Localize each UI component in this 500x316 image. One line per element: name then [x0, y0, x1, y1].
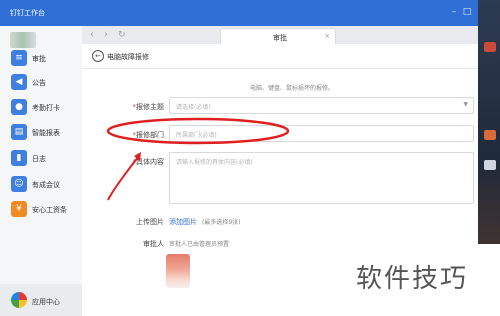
sidebar-item-label: 公告	[32, 79, 46, 87]
tab-approval[interactable]: 审批 ×	[220, 28, 336, 45]
sidebar-item-payslip[interactable]: ¥ 安心工资条	[0, 198, 82, 220]
close-icon[interactable]: ×	[324, 32, 330, 40]
upload-note: (最多选择9张)	[202, 219, 241, 226]
subject-select[interactable]: 请选择(必填) ▼	[169, 97, 474, 114]
add-image-link[interactable]: 添加图片	[169, 217, 197, 227]
user-avatar[interactable]	[10, 32, 36, 48]
payslip-icon: ¥	[11, 201, 27, 217]
desktop-icon[interactable]	[484, 160, 496, 170]
sidebar-item-attendance[interactable]: ● 考勤打卡	[0, 96, 82, 118]
title-bar: 钉钉工作台 – □	[0, 0, 478, 26]
refresh-icon[interactable]: ↻	[118, 29, 126, 41]
sidebar-item-label: 应用中心	[32, 298, 60, 306]
minimize-icon[interactable]: –	[449, 7, 459, 17]
app-center-icon	[11, 292, 27, 308]
sidebar-item-meeting[interactable]: ☺ 有成会议	[0, 173, 82, 195]
tab-label: 审批	[273, 34, 287, 42]
content-textarea[interactable]: 请输入报修的具体内容(必填)	[169, 152, 474, 204]
desktop-icon[interactable]	[484, 130, 496, 140]
sidebar-item-announcement[interactable]: ◀ 公告	[0, 71, 82, 93]
sidebar-item-label: 智能报表	[32, 129, 60, 137]
chevron-down-icon: ▼	[463, 101, 468, 108]
divider	[82, 68, 478, 69]
approver-note: 审批人已由管理员预置	[169, 241, 230, 248]
department-input[interactable]: 所属部门(必填)	[169, 125, 474, 142]
watermark-text: 软件技巧	[356, 264, 469, 294]
sidebar-item-label: 有成会议	[32, 181, 60, 189]
forward-arrow-icon[interactable]: ›	[104, 29, 108, 41]
sidebar-item-reports[interactable]: ▤ 智能报表	[0, 121, 82, 143]
approval-icon: ≡	[11, 50, 27, 66]
form-description: 电脑、键盘、鼠标损坏的报修。	[250, 85, 335, 92]
sidebar-item-approval[interactable]: ≡ 审批	[0, 47, 82, 69]
sidebar-item-label: 考勤打卡	[32, 104, 60, 112]
sidebar-item-label: 安心工资条	[32, 206, 67, 214]
location-pin-icon: ●	[11, 99, 27, 115]
watermark: 软件技巧	[350, 244, 500, 316]
field-label-content: *具体内容	[132, 158, 165, 166]
field-label-upload: 上传图片	[136, 218, 164, 226]
sidebar-item-label: 日志	[32, 155, 46, 163]
app-title: 钉钉工作台	[10, 9, 45, 17]
page-title: 电脑故障报修	[107, 53, 149, 61]
report-chart-icon: ▤	[11, 124, 27, 140]
back-arrow-icon[interactable]: ‹	[90, 29, 94, 41]
desktop-icon[interactable]	[484, 42, 496, 52]
approver-avatar	[166, 254, 190, 288]
field-label-subject: *报修主题	[132, 103, 165, 111]
field-label-department: *报修部门	[132, 131, 165, 139]
maximize-icon[interactable]: □	[462, 7, 472, 17]
field-label-approver: 审批人	[143, 240, 164, 248]
sidebar-item-app-center[interactable]: 应用中心	[0, 284, 82, 316]
sidebar: ≡ 审批 ◀ 公告 ● 考勤打卡 ▤ 智能报表 ▮ 日志 ☺ 有成会议 ¥ 安心…	[0, 26, 83, 316]
sidebar-item-label: 审批	[32, 55, 46, 63]
sidebar-item-log[interactable]: ▮ 日志	[0, 147, 82, 169]
back-arrow-icon: ←	[92, 50, 104, 62]
tab-bar: ‹ › ↻ 审批 ×	[82, 26, 478, 45]
announcement-icon: ◀	[11, 74, 27, 90]
log-book-icon: ▮	[11, 150, 27, 166]
meeting-icon: ☺	[11, 176, 27, 192]
